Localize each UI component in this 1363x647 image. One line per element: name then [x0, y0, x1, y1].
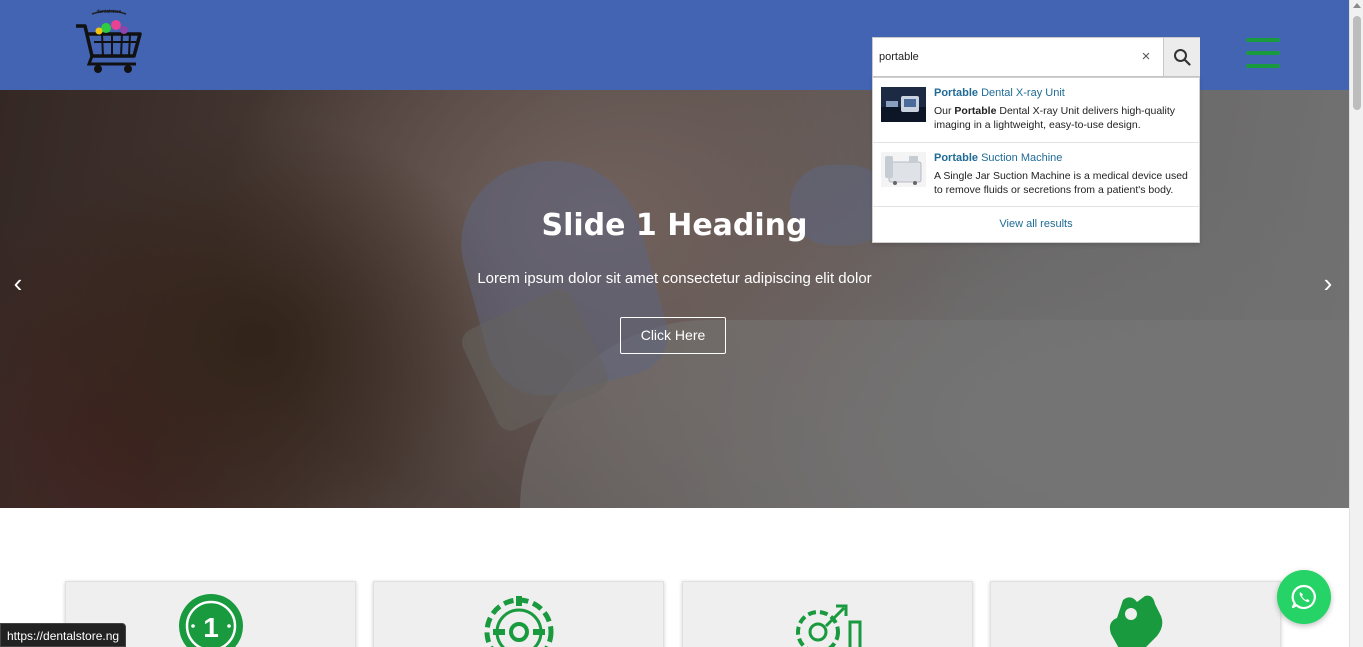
page: dentalstore × Slide 1 Heading Lore — [0, 0, 1363, 647]
award-badge-icon: 1 — [178, 594, 243, 647]
search-result-title[interactable]: Portable Dental X-ray Unit — [934, 87, 1065, 99]
chevron-right-icon[interactable]: › — [1316, 270, 1340, 296]
feature-card — [682, 581, 973, 647]
slide-cta-button[interactable]: Click Here — [620, 317, 726, 354]
suction-machine-thumbnail-icon — [881, 152, 926, 187]
scrollbar-thumb[interactable] — [1353, 16, 1361, 110]
page-scrollbar[interactable] — [1349, 0, 1363, 647]
scroll-up-arrow-icon[interactable] — [1353, 3, 1361, 8]
clear-search-button[interactable]: × — [1137, 48, 1155, 66]
feature-card — [373, 581, 664, 647]
hamburger-icon-bar — [1246, 38, 1280, 42]
search-icon — [1174, 49, 1191, 66]
store-logo[interactable]: dentalstore — [72, 6, 146, 76]
hamburger-icon-bar — [1246, 51, 1280, 55]
link-status-bar: https://dentalstore.ng — [0, 623, 127, 647]
whatsapp-icon — [1291, 584, 1316, 610]
search-result-item[interactable]: Portable Suction Machine A Single Jar Su… — [873, 142, 1199, 206]
xray-unit-thumbnail-icon — [881, 87, 926, 122]
slide-subheading: Lorem ipsum dolor sit amet consectetur a… — [477, 270, 872, 287]
svg-text:dentalstore: dentalstore — [97, 9, 122, 15]
growth-gear-icon — [795, 604, 861, 647]
search-box: × — [872, 37, 1200, 77]
search-result-description: A Single Jar Suction Machine is a medica… — [934, 170, 1188, 196]
whatsapp-chat-button[interactable] — [1277, 570, 1331, 624]
hamburger-icon-bar — [1246, 64, 1280, 68]
search-result-item[interactable]: Portable Dental X-ray Unit Our Portable … — [873, 78, 1199, 142]
hamburger-menu-button[interactable] — [1246, 38, 1280, 70]
gear-settings-icon — [484, 596, 553, 647]
view-all-results-link[interactable]: View all results — [873, 206, 1199, 242]
shopping-cart-logo-icon: dentalstore — [76, 9, 142, 73]
search-results-dropdown: Portable Dental X-ray Unit Our Portable … — [872, 77, 1200, 243]
chevron-left-icon[interactable]: ‹ — [6, 270, 30, 296]
ok-hand-icon — [1109, 595, 1162, 647]
feature-card — [990, 581, 1281, 647]
search-result-title[interactable]: Portable Suction Machine — [934, 152, 1062, 164]
search-input[interactable] — [873, 38, 1149, 76]
svg-text:1: 1 — [203, 612, 219, 643]
search-button[interactable] — [1163, 38, 1200, 76]
search-result-description: Our Portable Dental X-ray Unit delivers … — [934, 105, 1176, 131]
